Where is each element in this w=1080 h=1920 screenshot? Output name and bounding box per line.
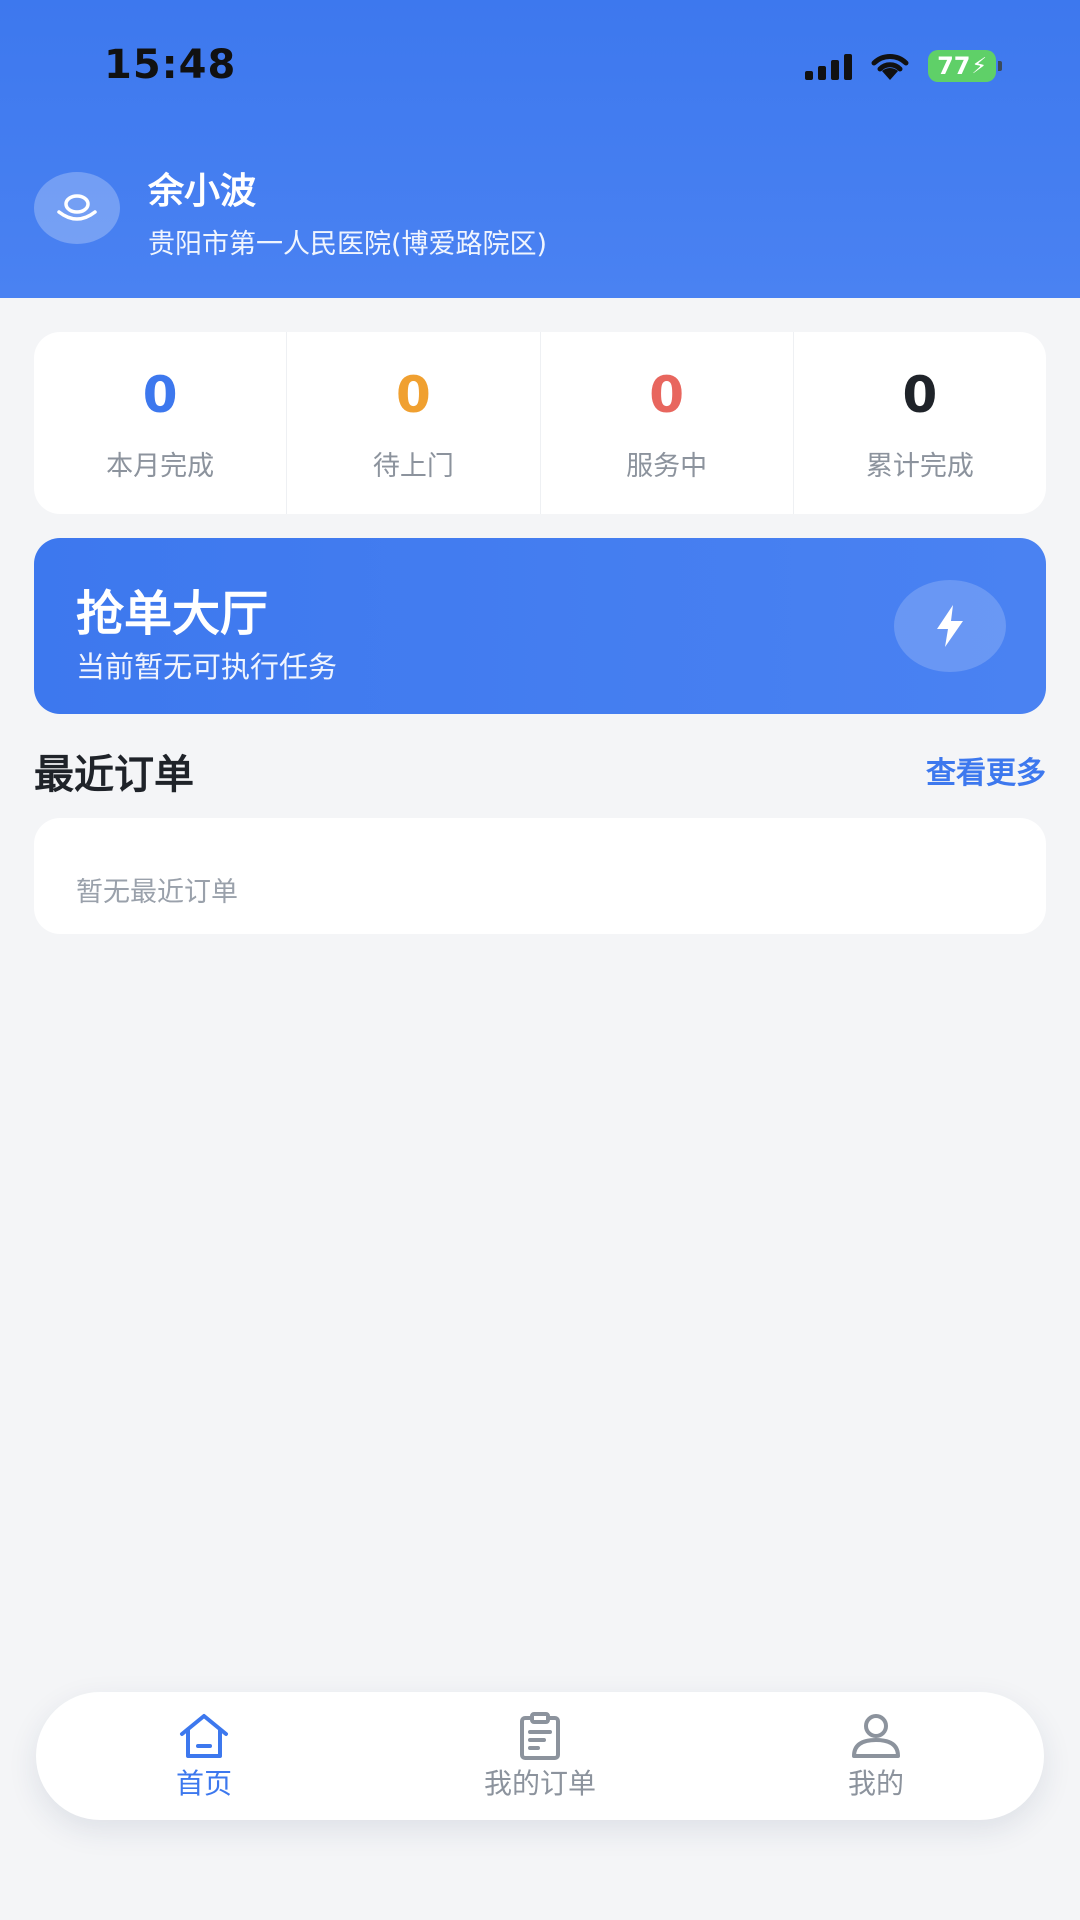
recent-orders-card: 暂无最近订单 <box>34 818 1046 934</box>
tab-my-orders[interactable]: 我的订单 <box>372 1692 708 1820</box>
stat-value: 0 <box>902 366 938 424</box>
lightning-icon <box>937 605 963 647</box>
stat-label: 待上门 <box>372 451 454 482</box>
tab-label: 我的 <box>847 1767 904 1800</box>
battery-level: 77 <box>937 52 971 80</box>
stat-month-completed[interactable]: 0 本月完成 <box>34 332 288 514</box>
banner-title: 抢单大厅 <box>76 586 269 642</box>
home-icon <box>180 1714 228 1758</box>
user-icon <box>852 1714 900 1758</box>
user-organization: 贵阳市第一人民医院(博爱路院区) <box>148 229 548 260</box>
battery-icon: 77 ⚡ <box>928 50 1002 82</box>
grab-order-hall-banner[interactable]: 抢单大厅 当前暂无可执行任务 <box>34 538 1046 714</box>
stat-value: 0 <box>649 366 685 424</box>
cellular-signal-icon <box>805 52 852 80</box>
header: 15:48 77 ⚡ 余小波 贵阳市第一人民医院(博爱路院区) <box>0 0 1080 298</box>
home-screen: 15:48 77 ⚡ 余小波 贵阳市第一人民医院(博爱路院区) 0 本月完成 0… <box>0 0 1080 1920</box>
banner-subtitle: 当前暂无可执行任务 <box>76 650 338 684</box>
tab-label: 首页 <box>175 1767 232 1800</box>
empty-state-text: 暂无最近订单 <box>76 877 238 908</box>
lightning-button[interactable] <box>894 580 1006 672</box>
recent-orders-title: 最近订单 <box>34 752 194 798</box>
nurse-cap-icon <box>57 194 97 221</box>
user-name: 余小波 <box>148 171 257 212</box>
avatar[interactable] <box>34 172 120 244</box>
stat-pending-visit[interactable]: 0 待上门 <box>287 332 541 514</box>
stat-value: 0 <box>395 366 431 424</box>
tab-profile[interactable]: 我的 <box>708 1692 1044 1820</box>
stats-card: 0 本月完成 0 待上门 0 服务中 0 累计完成 <box>34 332 1046 514</box>
tab-label: 我的订单 <box>483 1767 596 1800</box>
view-more-link[interactable]: 查看更多 <box>926 748 1046 792</box>
status-indicators: 77 ⚡ <box>805 46 1002 86</box>
wifi-icon <box>871 54 909 80</box>
stat-label: 本月完成 <box>106 451 215 482</box>
tab-home[interactable]: 首页 <box>36 1692 372 1820</box>
stat-in-service[interactable]: 0 服务中 <box>541 332 794 514</box>
bottom-tab-bar: 首页 我的订单 我的 <box>36 1692 1044 1820</box>
stat-label: 累计完成 <box>865 451 974 482</box>
stat-label: 服务中 <box>626 451 708 482</box>
stat-value: 0 <box>142 366 178 424</box>
status-time: 15:48 <box>104 42 237 88</box>
clipboard-icon <box>520 1712 560 1760</box>
stat-total-completed[interactable]: 0 累计完成 <box>794 332 1046 514</box>
